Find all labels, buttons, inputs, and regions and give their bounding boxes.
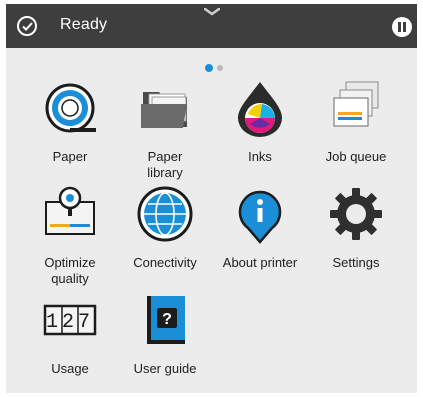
info-pin-icon [238,190,282,244]
app-connectivity[interactable]: Conectivity [117,184,213,271]
app-optimize-quality[interactable]: Optimize quality [22,184,118,287]
user-guide-icon: ? [147,296,185,344]
user-guide-glyph: ? [162,311,172,328]
status-bar: Ready [6,4,417,48]
pause-button[interactable] [392,17,412,37]
app-usage[interactable]: 127 Usage [22,290,118,377]
app-label: Conectivity [133,255,197,270]
app-label: Usage [51,361,89,376]
app-settings[interactable]: Settings [308,184,404,271]
paper-roll-icon [45,83,96,133]
app-inks[interactable]: Inks [212,78,308,165]
gear-icon [330,188,382,240]
globe-icon [137,186,193,242]
page-dot[interactable] [217,65,223,71]
app-label: Optimize quality [44,255,96,286]
app-about-printer[interactable]: About printer [212,184,308,271]
status-text: Ready [60,16,108,33]
usage-counter-icon: 127 [43,304,97,336]
app-job-queue[interactable]: Job queue [308,78,404,165]
app-paper[interactable]: Paper [22,78,118,165]
home-screen: Ready Paper Paper library Inks Job queue… [6,4,417,393]
check-circle-icon [17,16,37,36]
app-label: User guide [133,361,197,376]
app-label: Inks [248,149,272,164]
app-label: Paper library [147,149,183,180]
job-queue-icon [333,81,379,127]
app-paper-library[interactable]: Paper library [117,78,213,181]
app-label: Paper [52,149,88,164]
app-label: Job queue [325,149,387,164]
pull-down-chevron-icon[interactable] [204,8,220,16]
page-dot-active [205,64,213,72]
optimize-quality-icon [45,186,95,235]
app-label: About printer [222,255,298,270]
folder-icon [141,92,187,128]
usage-digits: 127 [46,311,94,334]
page-indicator [205,59,227,77]
app-user-guide[interactable]: ? User guide [117,290,213,377]
app-label: Settings [332,255,380,270]
ink-drop-icon [238,82,282,137]
